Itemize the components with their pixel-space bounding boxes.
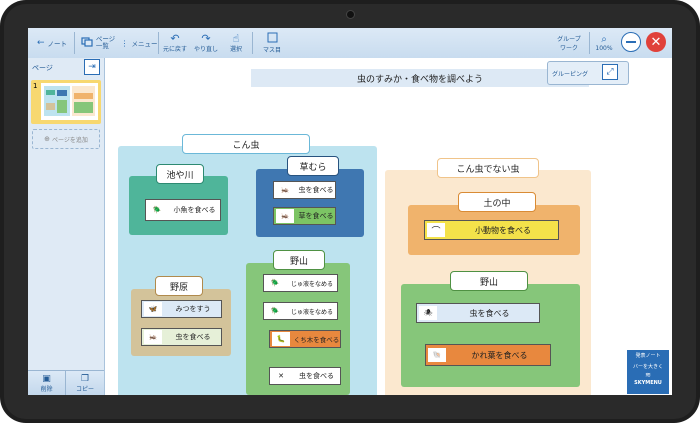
rhino-beetle-icon: 🪲 xyxy=(266,304,284,318)
copy-page-button[interactable]: ❐ コピー xyxy=(66,370,104,395)
skymenu-badge: 発表ノート バーを大きく ≋ SKYMENU xyxy=(627,350,669,394)
grid-button[interactable]: マス目 xyxy=(254,28,290,58)
locust-icon: 🦗 xyxy=(276,209,294,223)
card-mountain-lick-sap-1[interactable]: 🪲 じゅ液をなめる xyxy=(263,274,338,292)
select-button[interactable]: ☝ 選択 xyxy=(222,28,250,58)
grub-icon: 🐛 xyxy=(272,332,290,346)
note-label: ノート xyxy=(47,40,68,48)
add-page-label: ページを追加 xyxy=(51,136,88,144)
arrow-left-icon: ← xyxy=(36,37,45,48)
page-list-label-2: 一覧 xyxy=(95,42,109,50)
page-title[interactable]: 虫のすみか・食べ物を調べよう xyxy=(251,69,589,87)
delete-page-button[interactable]: ▣ 削除 xyxy=(28,370,66,395)
pond-label[interactable]: 池や川 xyxy=(156,164,204,184)
card-mountain-lick-sap-2[interactable]: 🪲 じゅ液をなめる xyxy=(263,302,338,320)
pages-icon xyxy=(81,37,93,49)
add-page-button[interactable]: ⊕ ページを追加 xyxy=(32,129,100,149)
earthworm-icon: ⌒ xyxy=(427,223,445,237)
expand-icon: ⤢ xyxy=(602,64,618,80)
grass-label[interactable]: 草むら xyxy=(287,156,339,176)
toolbar-divider xyxy=(252,32,253,54)
butterfly-icon: 🦋 xyxy=(144,302,162,316)
group-work-label-2: ワーク xyxy=(559,45,578,52)
toolbar-divider xyxy=(74,32,75,54)
mountain2-group[interactable] xyxy=(401,284,580,387)
search-icon: ⌕ xyxy=(601,34,607,45)
page-title-text: 虫のすみか・食べ物を調べよう xyxy=(356,74,483,85)
grid-label: マス目 xyxy=(262,47,281,54)
app-screen: ← ノート ページ 一覧 ⋮ メニュー ↶ 元に戻す ↷ やり直し ☝ 選択 マ… xyxy=(28,28,672,395)
card-field-sip-nectar[interactable]: 🦋 みつをすう xyxy=(141,300,222,318)
mountain-label[interactable]: 野山 xyxy=(273,250,325,270)
sidebar-header: ページ ⇥ xyxy=(28,58,104,78)
insects-label[interactable]: こん虫 xyxy=(182,134,310,154)
menu-button[interactable]: ⋮ メニュー xyxy=(120,28,158,58)
zoom-label: 100% xyxy=(595,45,613,52)
close-button[interactable]: ✕ xyxy=(646,32,666,52)
soil-label[interactable]: 土の中 xyxy=(458,192,536,212)
card-soil-eat-small-animals[interactable]: ⌒ 小動物を食べる xyxy=(424,220,559,240)
minimize-icon xyxy=(626,41,636,43)
minimize-button[interactable] xyxy=(621,32,641,52)
grasshopper-icon: 🦗 xyxy=(276,183,294,197)
brand-name: SKYMENU xyxy=(634,380,662,386)
undo-icon: ↶ xyxy=(170,32,180,45)
note-back-button[interactable]: ← ノート xyxy=(32,28,72,58)
toolbar-divider xyxy=(158,32,159,54)
toolbar: ← ノート ページ 一覧 ⋮ メニュー ↶ 元に戻す ↷ やり直し ☝ 選択 マ… xyxy=(28,28,672,59)
redo-label: やり直し xyxy=(193,46,218,53)
grid-icon xyxy=(267,32,278,45)
collapse-sidebar-icon[interactable]: ⇥ xyxy=(84,59,100,75)
add-circle-icon: ⊕ xyxy=(44,135,50,143)
redo-icon: ↷ xyxy=(201,32,211,45)
spider-icon: 🕷 xyxy=(419,306,437,320)
brand-line1: 発表ノート xyxy=(635,353,661,359)
page-thumbnail[interactable]: 1 xyxy=(31,80,101,124)
card-mountain2-eat-dead-leaves[interactable]: 🐚 かれ葉を食べる xyxy=(425,344,551,366)
card-grass-eat-grass[interactable]: 🦗 草を食べる xyxy=(273,207,336,225)
grass-group[interactable] xyxy=(256,169,364,237)
group-work-button[interactable]: グループ ワーク xyxy=(550,28,588,58)
menu-label: メニュー xyxy=(131,40,158,48)
delete-icon: ▣ xyxy=(42,374,51,384)
field-label[interactable]: 野原 xyxy=(155,276,203,296)
mantis-icon: 🦗 xyxy=(144,330,162,344)
sidebar-title: ページ xyxy=(32,64,53,72)
redo-button[interactable]: ↷ やり直し xyxy=(191,28,221,58)
page-number: 1 xyxy=(33,82,38,90)
thumbnail-preview xyxy=(41,83,98,120)
copy-label: コピー xyxy=(75,386,94,393)
zoom-button[interactable]: ⌕ 100% xyxy=(590,28,618,58)
undo-button[interactable]: ↶ 元に戻す xyxy=(160,28,190,58)
stag-beetle-icon: 🪲 xyxy=(266,276,284,290)
copy-icon: ❐ xyxy=(80,374,90,384)
water-beetle-icon: 🪲 xyxy=(148,203,166,217)
grouping-button[interactable]: グルーピング ⤢ xyxy=(547,61,629,85)
delete-label: 削除 xyxy=(40,386,53,393)
more-vertical-icon: ⋮ xyxy=(120,38,129,48)
non-insects-label[interactable]: こん虫でない虫 xyxy=(437,158,539,178)
card-grass-eat-insects[interactable]: 🦗 虫を食べる xyxy=(273,181,336,199)
grouping-label: グルーピング xyxy=(552,71,589,78)
mountain2-label[interactable]: 野山 xyxy=(450,271,528,291)
pill-bug-icon: 🐚 xyxy=(428,348,446,362)
camera-icon xyxy=(346,10,355,19)
note-canvas: 虫のすみか・食べ物を調べよう グルーピング ⤢ こん虫 池や川 🪲 小魚を食べる… xyxy=(105,58,672,395)
card-mountain2-eat-insects[interactable]: 🕷 虫を食べる xyxy=(416,303,540,323)
undo-label: 元に戻す xyxy=(162,46,187,53)
card-field-eat-insects[interactable]: 🦗 虫を食べる xyxy=(141,328,222,346)
brand-wave-icon: ≋ xyxy=(645,371,651,379)
group-work-label-1: グループ xyxy=(557,36,581,43)
hand-pointer-icon: ☝ xyxy=(232,32,240,45)
card-pond-small-fish[interactable]: 🪲 小魚を食べる xyxy=(145,199,221,221)
card-mountain-eat-insects[interactable]: ✕ 虫を食べる xyxy=(269,367,341,385)
page-sidebar: ページ ⇥ 1 ⊕ ページを追加 ▣ 削除 ❐ コピー xyxy=(28,58,105,395)
select-label: 選択 xyxy=(229,46,242,53)
dragonfly-icon: ✕ xyxy=(272,369,290,383)
card-mountain-eat-rotten-wood[interactable]: 🐛 くち木を食べる xyxy=(269,330,341,348)
page-list-button[interactable]: ページ 一覧 xyxy=(78,28,118,58)
brand-line2: バーを大きく xyxy=(632,364,663,370)
close-icon: ✕ xyxy=(650,34,662,50)
